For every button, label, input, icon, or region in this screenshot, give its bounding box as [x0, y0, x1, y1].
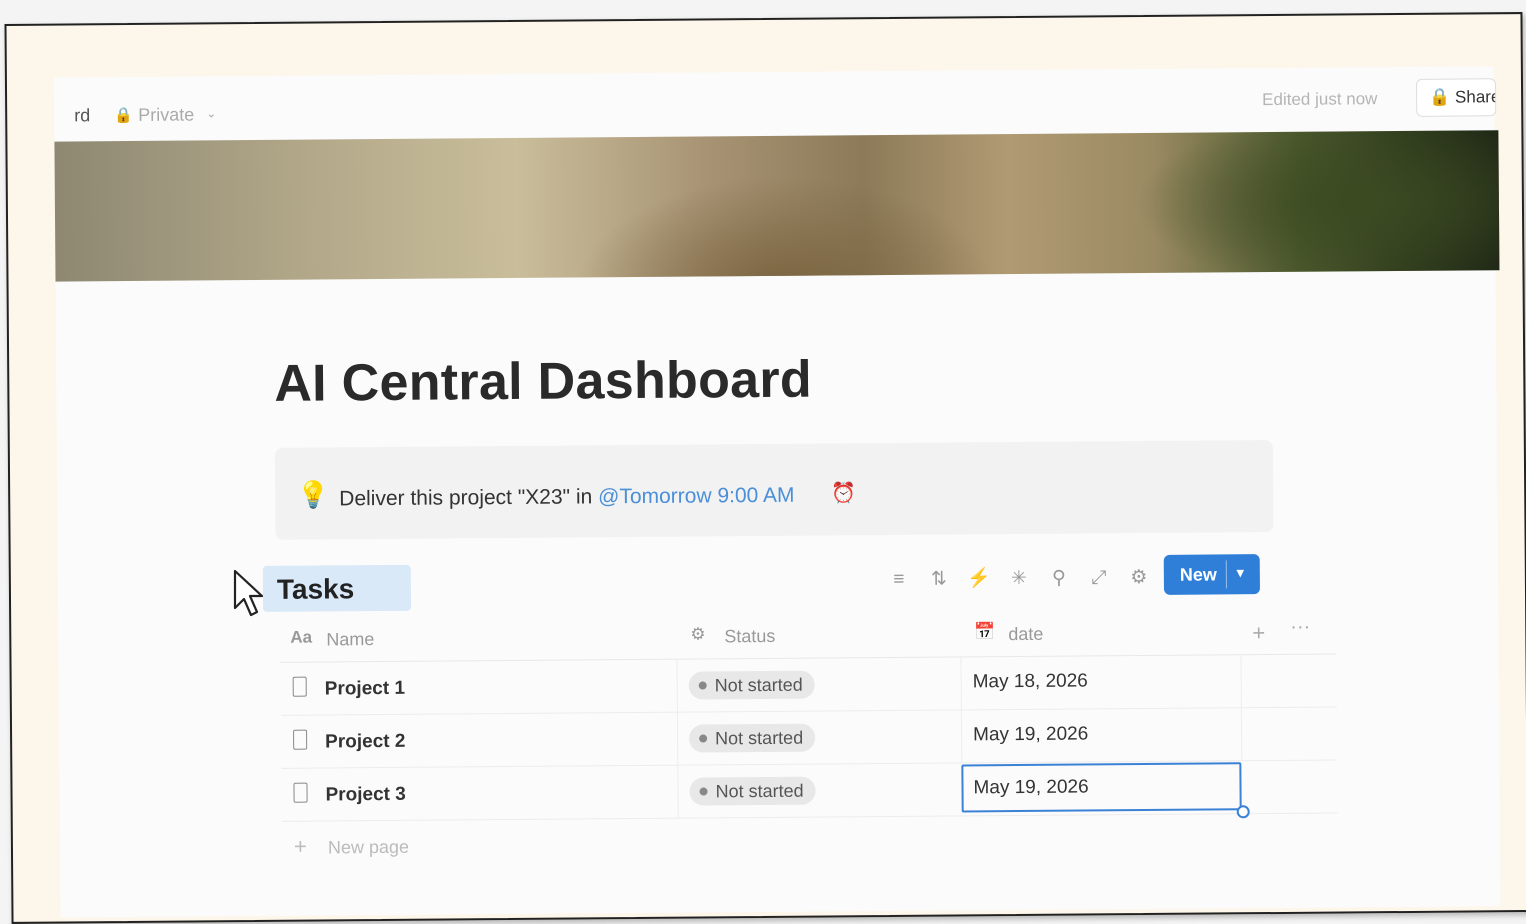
lightbulb-icon[interactable]: 💡 — [297, 479, 330, 510]
page-icon — [293, 783, 307, 803]
settings-icon[interactable]: ⚙ — [1124, 563, 1154, 593]
date-cell[interactable]: May 19, 2026 — [973, 776, 1088, 799]
table-row[interactable]: Project 1 Not started May 18, 2026 — [281, 655, 1337, 716]
column-divider — [961, 710, 962, 762]
status-label: Not started — [715, 781, 803, 802]
column-divider — [677, 713, 678, 765]
edited-status: Edited just now — [1262, 89, 1377, 110]
breadcrumb[interactable]: rd — [74, 105, 90, 126]
automation-icon[interactable]: ⚡ — [964, 564, 994, 594]
sort-icon[interactable]: ⇅ — [924, 565, 954, 595]
status-label: Not started — [715, 675, 803, 696]
filter-icon[interactable]: ≡ — [884, 565, 914, 595]
chevron-down-icon[interactable]: ▼ — [1234, 565, 1247, 580]
column-divider — [677, 660, 678, 712]
more-options-icon[interactable]: ··· — [1290, 616, 1310, 639]
status-badge[interactable]: Not started — [689, 671, 815, 700]
status-dot — [699, 681, 707, 689]
privacy-label[interactable]: Private — [138, 104, 194, 125]
database-table: Aa Name ⚙ Status 📅 date + ··· Project 1 … — [280, 608, 1338, 874]
status-dot — [700, 787, 708, 795]
share-label: Share — [1455, 87, 1496, 106]
column-header-name[interactable]: Name — [326, 629, 374, 650]
add-column-icon[interactable]: + — [1252, 620, 1265, 646]
column-divider — [1241, 708, 1242, 760]
date-mention[interactable]: @Tomorrow 9:00 AM — [598, 484, 795, 509]
row-name[interactable]: Project 3 — [325, 784, 405, 807]
date-cell[interactable]: May 18, 2026 — [973, 670, 1088, 693]
new-page-label[interactable]: New page — [328, 837, 409, 859]
alarm-clock-icon[interactable]: ⏰ — [831, 480, 856, 505]
new-button-divider — [1226, 560, 1227, 588]
table-row[interactable]: Project 3 Not started May 19, 2026 — [281, 761, 1337, 822]
status-badge[interactable]: Not started — [689, 777, 815, 806]
page-icon — [293, 677, 307, 697]
callout-text[interactable]: Deliver this project "X23" in @Tomorrow … — [339, 484, 794, 512]
text-type-icon: Aa — [290, 628, 312, 648]
date-cell[interactable]: May 19, 2026 — [973, 723, 1088, 746]
callout-block[interactable]: 💡 Deliver this project "X23" in @Tomorro… — [275, 440, 1274, 540]
row-name[interactable]: Project 1 — [325, 678, 405, 701]
page-icon — [293, 730, 307, 750]
column-header-status[interactable]: Status — [724, 626, 775, 647]
new-page-row[interactable]: + New page — [282, 814, 1338, 874]
callout-text-before: Deliver this project "X23" in — [339, 485, 598, 510]
calendar-icon: 📅 — [974, 622, 995, 642]
status-dot — [699, 734, 707, 742]
column-header-date[interactable]: date — [1008, 624, 1043, 645]
new-button[interactable]: New ▼ — [1164, 554, 1260, 595]
ai-icon[interactable]: ✳ — [1004, 564, 1034, 594]
column-divider — [960, 657, 961, 709]
table-row[interactable]: Project 2 Not started May 19, 2026 — [281, 708, 1337, 769]
mouse-pointer-icon — [232, 568, 266, 620]
row-name[interactable]: Project 2 — [325, 731, 405, 754]
cover-image[interactable] — [54, 130, 1499, 281]
status-icon: ⚙ — [690, 624, 705, 644]
column-divider — [677, 766, 678, 818]
expand-icon[interactable]: ⤢ — [1084, 563, 1114, 593]
lock-icon: 🔒 — [114, 106, 133, 124]
status-label: Not started — [715, 728, 803, 749]
column-divider — [1240, 655, 1241, 707]
search-icon[interactable]: ⚲ — [1044, 564, 1074, 594]
top-bar: rd 🔒 Private ⌄ Edited just now 🔒 Share — [54, 66, 1494, 141]
plus-icon: + — [294, 834, 307, 860]
new-button-label: New — [1180, 564, 1217, 585]
database-title[interactable]: Tasks — [277, 573, 355, 606]
page-title[interactable]: AI Central Dashboard — [274, 350, 812, 414]
share-button[interactable]: 🔒 Share — [1416, 78, 1496, 117]
screenshot-frame: rd 🔒 Private ⌄ Edited just now 🔒 Share A… — [4, 12, 1526, 924]
lock-icon: 🔒 — [1429, 88, 1450, 107]
database-title-selection[interactable]: Tasks — [263, 565, 411, 612]
chevron-down-icon[interactable]: ⌄ — [206, 106, 216, 120]
notion-page: rd 🔒 Private ⌄ Edited just now 🔒 Share A… — [54, 66, 1501, 917]
table-header: Aa Name ⚙ Status 📅 date + ··· — [280, 608, 1336, 663]
status-badge[interactable]: Not started — [689, 724, 815, 753]
